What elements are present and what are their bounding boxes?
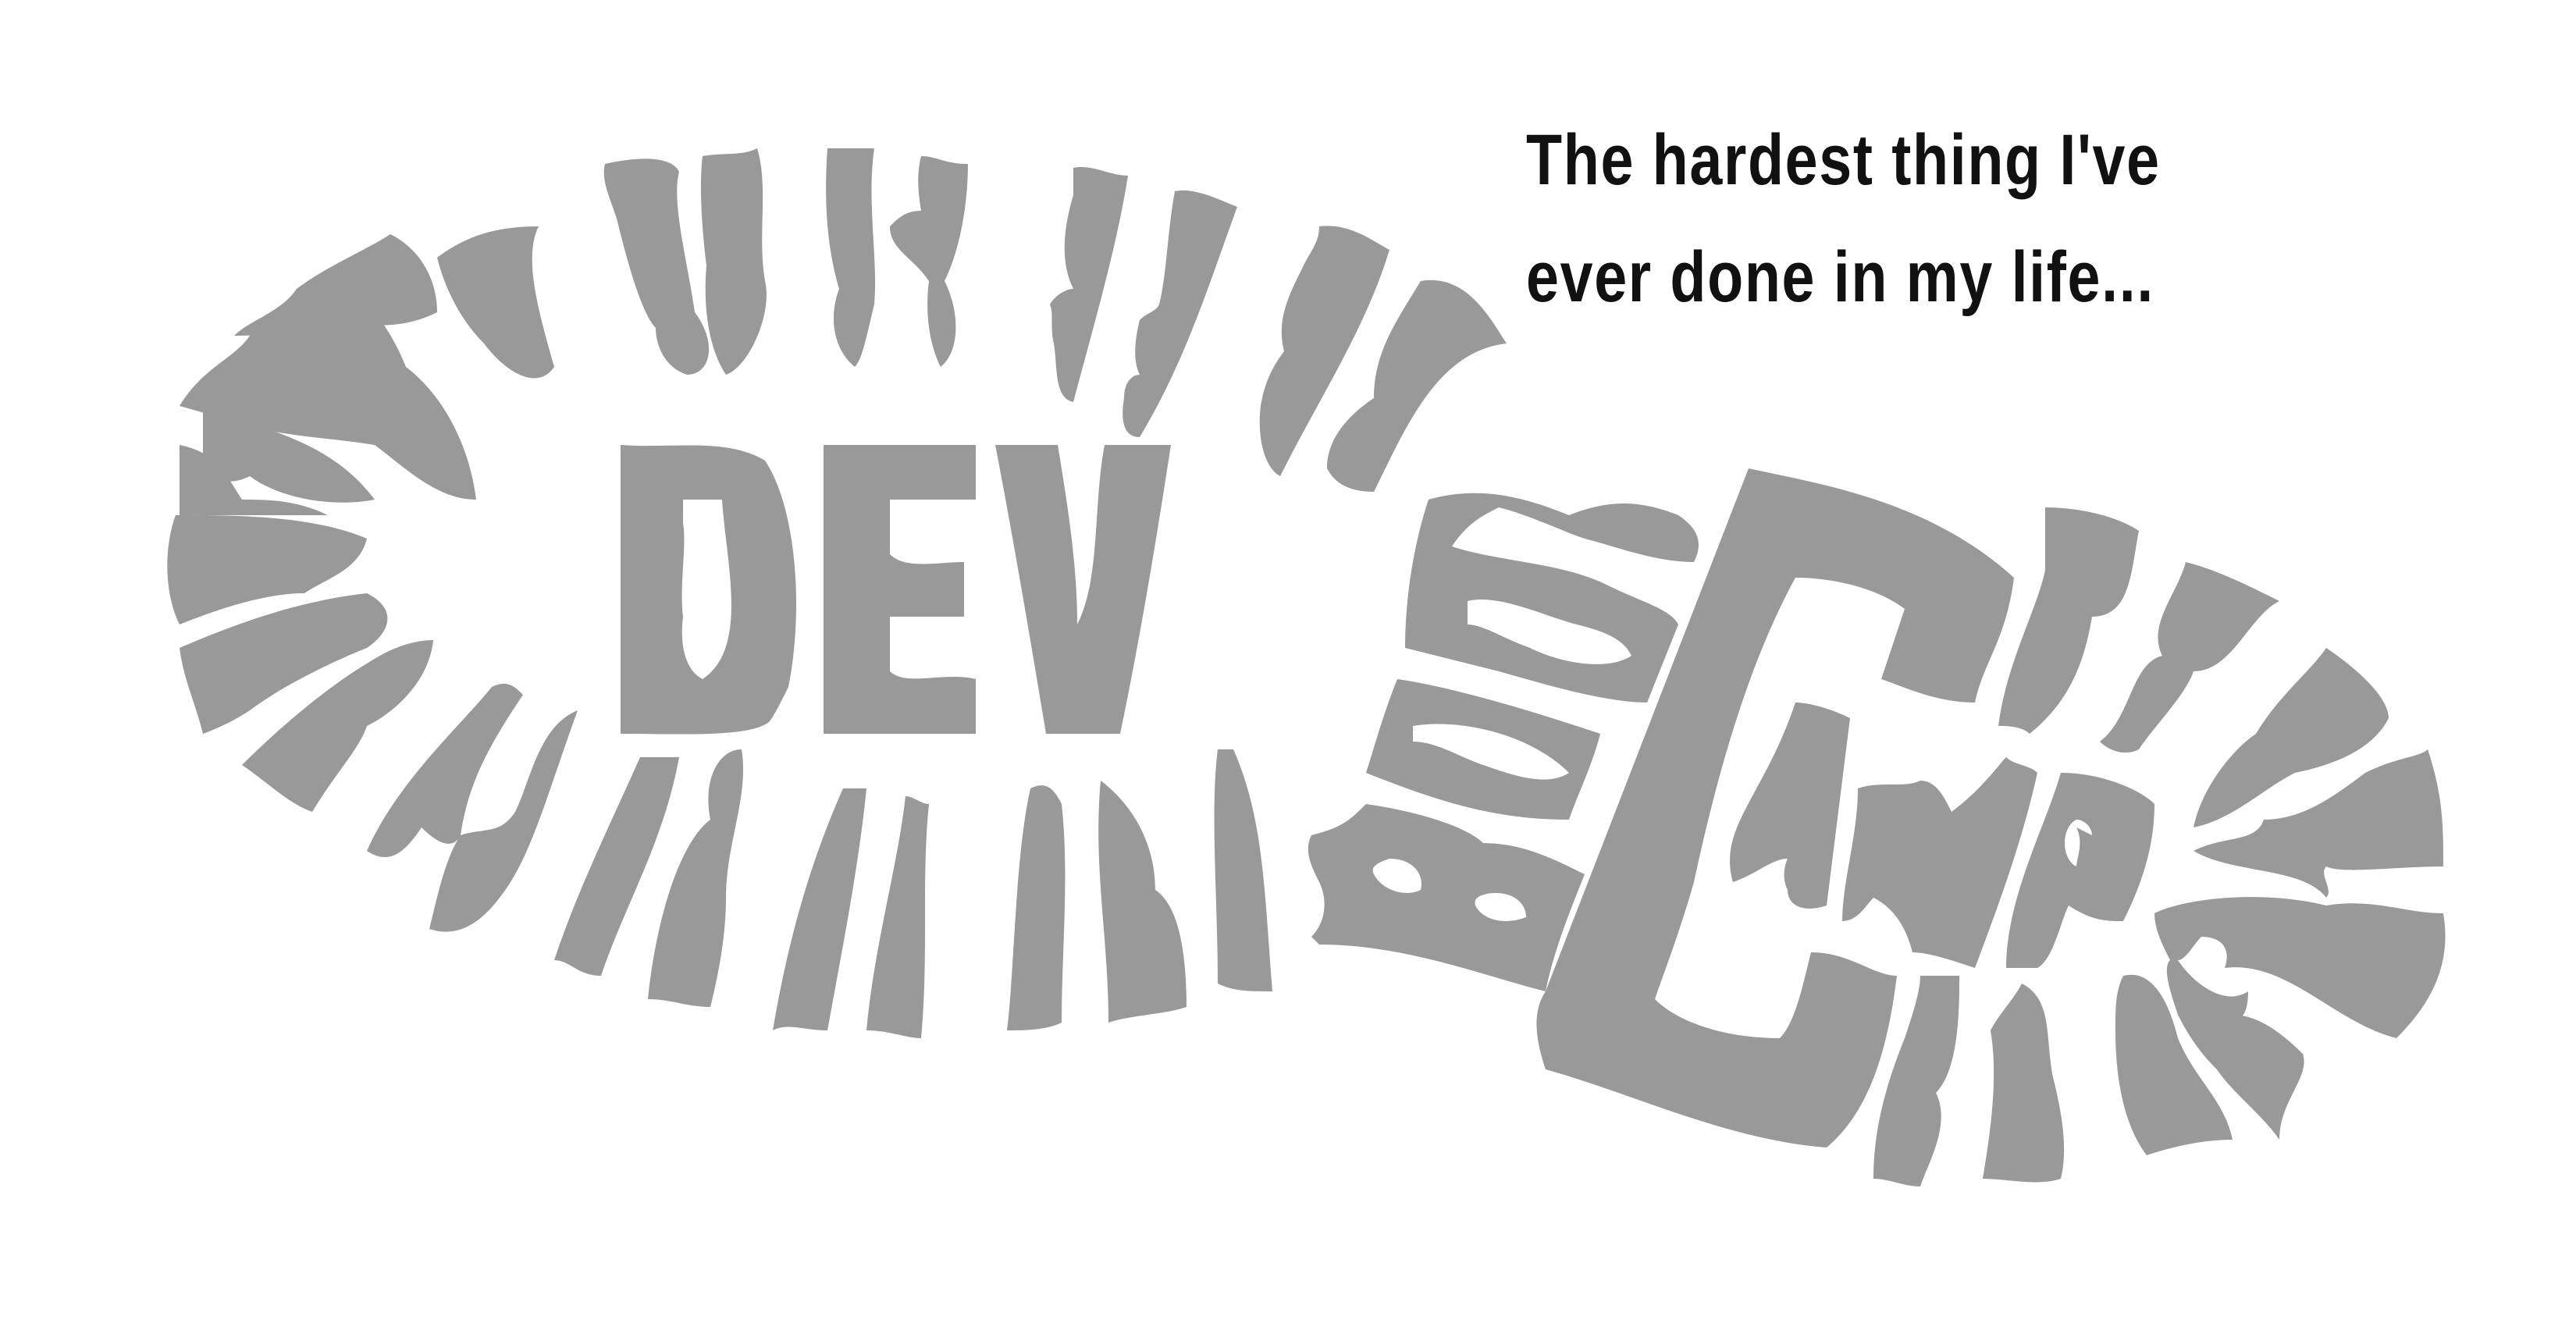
tagline-line-2: ever done in my life... bbox=[1526, 237, 2154, 317]
canvas: The hardest thing I've ever done in my l… bbox=[0, 0, 2576, 1316]
tagline-line-1: The hardest thing I've bbox=[1526, 120, 2161, 200]
dev-lettering bbox=[621, 445, 1171, 735]
tagline: The hardest thing I've ever done in my l… bbox=[1526, 101, 2198, 336]
